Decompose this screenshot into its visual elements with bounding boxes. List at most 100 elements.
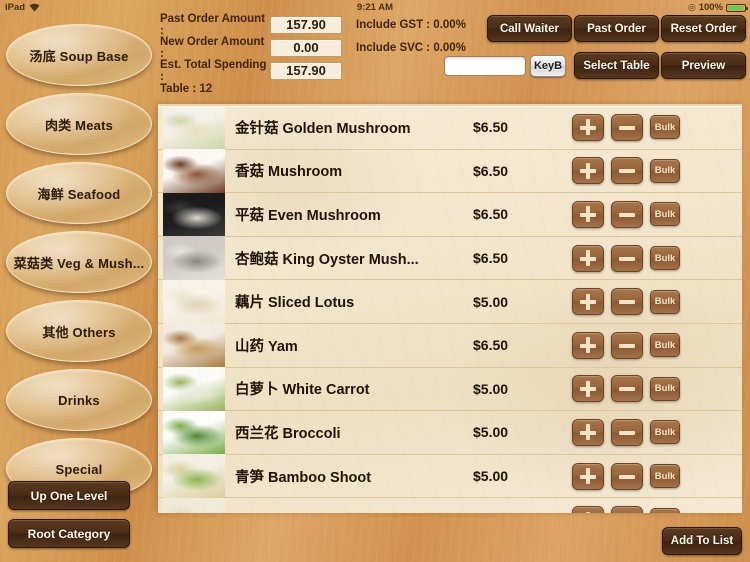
sidebar-category-1[interactable]: 汤底 Soup Base bbox=[6, 24, 152, 86]
increase-quantity-button[interactable] bbox=[572, 375, 604, 403]
sidebar-category-3[interactable]: 海鲜 Seafood bbox=[6, 162, 152, 224]
menu-item-list[interactable]: 金针菇 Golden Mushroom $6.50 Bulk 香菇 Mushroom $6.… bbox=[158, 104, 742, 513]
decrease-quantity-button[interactable] bbox=[611, 375, 643, 403]
bulk-quantity-button[interactable]: Bulk bbox=[650, 376, 680, 401]
bulk-quantity-button[interactable]: Bulk bbox=[650, 115, 680, 140]
menu-item-price: $6.50 bbox=[473, 250, 509, 267]
menu-item-name-en: Bamboo Shoot bbox=[268, 469, 372, 486]
increase-quantity-button[interactable] bbox=[572, 462, 604, 490]
menu-item-row[interactable]: 山药 Yam $6.50 Bulk bbox=[158, 323, 742, 368]
up-one-level-button[interactable]: Up One Level bbox=[8, 481, 130, 510]
menu-item-row[interactable]: 平菇 Even Mushroom $6.50 Bulk bbox=[158, 192, 742, 237]
menu-item-actions: Bulk bbox=[572, 418, 680, 446]
increase-quantity-button[interactable] bbox=[572, 506, 604, 513]
bulk-quantity-button[interactable]: Bulk bbox=[650, 333, 680, 358]
menu-item-name: 香菇 Mushroom bbox=[235, 160, 473, 181]
increase-quantity-button[interactable] bbox=[572, 418, 604, 446]
menu-item-row[interactable]: 青笋 Bamboo Shoot $5.00 Bulk bbox=[158, 454, 742, 499]
add-to-list-button[interactable]: Add To List bbox=[662, 527, 742, 555]
decrease-quantity-button[interactable] bbox=[611, 288, 643, 316]
est-total-spending-value: 157.90 bbox=[270, 61, 342, 80]
menu-item-actions: Bulk bbox=[572, 113, 680, 141]
reset-order-button[interactable]: Reset Order bbox=[661, 15, 746, 42]
decrease-quantity-button[interactable] bbox=[611, 506, 643, 513]
menu-item-row[interactable]: 金针菇 Golden Mushroom $6.50 Bulk bbox=[158, 106, 742, 150]
menu-item-row[interactable]: Bulk bbox=[158, 497, 742, 513]
increase-quantity-button[interactable] bbox=[572, 331, 604, 359]
decrease-quantity-button[interactable] bbox=[611, 462, 643, 490]
menu-item-name-en: Yam bbox=[268, 338, 298, 355]
increase-quantity-button[interactable] bbox=[572, 200, 604, 228]
bulk-quantity-button[interactable]: Bulk bbox=[650, 420, 680, 445]
menu-item-thumbnail bbox=[163, 106, 225, 150]
decrease-quantity-button[interactable] bbox=[611, 200, 643, 228]
menu-item-row[interactable]: 藕片 Sliced Lotus $5.00 Bulk bbox=[158, 279, 742, 324]
minus-icon bbox=[619, 468, 635, 484]
decrease-quantity-button[interactable] bbox=[611, 113, 643, 141]
menu-item-name: 藕片 Sliced Lotus bbox=[235, 291, 473, 312]
keyboard-toggle-button[interactable]: KeyB bbox=[530, 55, 566, 77]
new-order-amount-label: New Order Amount : bbox=[160, 35, 265, 60]
bulk-quantity-button[interactable]: Bulk bbox=[650, 246, 680, 271]
bulk-quantity-button[interactable]: Bulk bbox=[650, 507, 680, 513]
sidebar-category-6[interactable]: Drinks bbox=[6, 369, 152, 431]
menu-item-row[interactable]: 杏鲍菇 King Oyster Mush... $6.50 Bulk bbox=[158, 236, 742, 281]
bulk-quantity-button[interactable]: Bulk bbox=[650, 289, 680, 314]
sidebar-category-5[interactable]: 其他 Others bbox=[6, 300, 152, 362]
menu-item-name bbox=[235, 512, 473, 513]
select-table-button[interactable]: Select Table bbox=[574, 52, 659, 79]
search-input[interactable] bbox=[444, 56, 526, 76]
plus-icon bbox=[580, 424, 596, 441]
menu-item-thumbnail bbox=[163, 497, 225, 513]
menu-item-name: 白萝卜 White Carrot bbox=[235, 378, 473, 399]
minus-icon bbox=[619, 381, 635, 397]
menu-item-name-en: Broccoli bbox=[282, 425, 341, 442]
sidebar-category-4[interactable]: 菜菇类 Veg & Mush... bbox=[6, 231, 152, 293]
increase-quantity-button[interactable] bbox=[572, 288, 604, 316]
menu-item-actions: Bulk bbox=[572, 462, 680, 490]
plus-icon bbox=[580, 468, 596, 485]
menu-item-name-cn: 青笋 bbox=[235, 469, 264, 486]
sidebar-category-label: 菜菇类 Veg & Mush... bbox=[13, 255, 145, 271]
bulk-quantity-button[interactable]: Bulk bbox=[650, 158, 680, 183]
menu-item-price: $5.00 bbox=[473, 424, 509, 441]
menu-item-thumbnail bbox=[163, 236, 225, 280]
menu-item-name: 金针菇 Golden Mushroom bbox=[235, 117, 473, 138]
bulk-quantity-button[interactable]: Bulk bbox=[650, 202, 680, 227]
decrease-quantity-button[interactable] bbox=[611, 331, 643, 359]
order-summary-form: Past Order Amount : 157.90 Include GST :… bbox=[160, 12, 466, 96]
menu-item-thumbnail bbox=[163, 279, 225, 324]
menu-item-row[interactable]: 香菇 Mushroom $6.50 Bulk bbox=[158, 149, 742, 194]
past-order-amount-value: 157.90 bbox=[270, 15, 342, 34]
sidebar-category-label: 肉类 Meats bbox=[44, 117, 114, 133]
root-category-button[interactable]: Root Category bbox=[8, 519, 130, 548]
increase-quantity-button[interactable] bbox=[572, 244, 604, 272]
decrease-quantity-button[interactable] bbox=[611, 244, 643, 272]
past-order-amount-label: Past Order Amount : bbox=[160, 12, 266, 37]
menu-item-row[interactable]: 西兰花 Broccoli $5.00 Bulk bbox=[158, 410, 742, 455]
call-waiter-button[interactable]: Call Waiter bbox=[487, 15, 572, 42]
decrease-quantity-button[interactable] bbox=[611, 157, 643, 185]
plus-icon bbox=[580, 206, 596, 223]
status-bar-time: 9:21 AM bbox=[356, 2, 394, 13]
category-sidebar: 汤底 Soup Base 肉类 Meats 海鲜 Seafood 菜菇类 Veg & … bbox=[0, 20, 158, 520]
plus-icon bbox=[580, 293, 596, 310]
menu-item-thumbnail bbox=[163, 323, 225, 368]
minus-icon bbox=[619, 206, 635, 222]
menu-item-name: 杏鲍菇 King Oyster Mush... bbox=[235, 248, 473, 269]
sidebar-category-2[interactable]: 肉类 Meats bbox=[6, 93, 152, 155]
menu-item-price: $6.50 bbox=[473, 162, 509, 179]
bulk-quantity-button[interactable]: Bulk bbox=[650, 464, 680, 489]
menu-item-name-en: Sliced Lotus bbox=[268, 295, 355, 312]
menu-item-name-cn: 平菇 bbox=[235, 207, 264, 224]
minus-icon bbox=[619, 337, 635, 353]
minus-icon bbox=[619, 512, 635, 513]
menu-item-row[interactable]: 白萝卜 White Carrot $5.00 Bulk bbox=[158, 367, 742, 412]
preview-button[interactable]: Preview bbox=[661, 52, 746, 79]
decrease-quantity-button[interactable] bbox=[611, 418, 643, 446]
menu-item-name: 青笋 Bamboo Shoot bbox=[235, 466, 473, 487]
increase-quantity-button[interactable] bbox=[572, 157, 604, 185]
increase-quantity-button[interactable] bbox=[572, 113, 604, 141]
past-order-button[interactable]: Past Order bbox=[574, 15, 659, 42]
menu-item-price: $6.50 bbox=[473, 337, 509, 354]
